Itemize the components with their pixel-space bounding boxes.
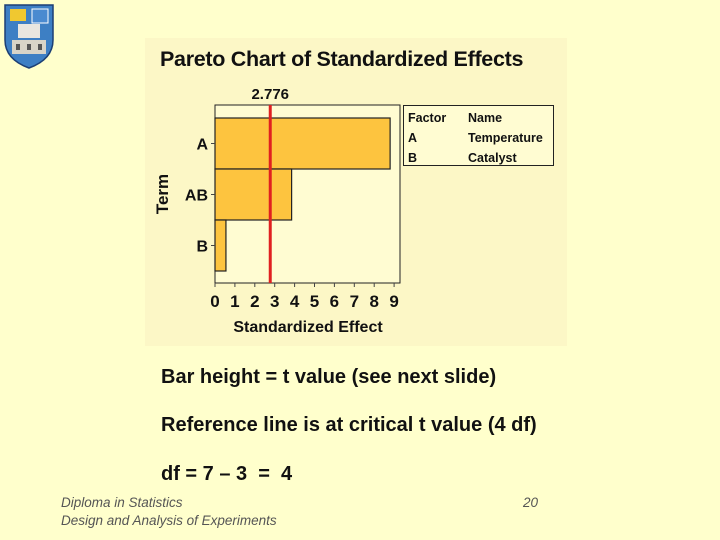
x-tick-label: 0 bbox=[210, 292, 219, 311]
legend-name: Temperature bbox=[468, 131, 543, 145]
legend-header-factor: Factor bbox=[408, 111, 447, 125]
y-tick-label: A bbox=[196, 137, 208, 154]
y-tick-label: B bbox=[196, 239, 208, 256]
footer-module: Design and Analysis of Experiments bbox=[61, 513, 277, 528]
bar-a bbox=[214, 117, 391, 170]
footer-course: Diploma in Statistics bbox=[61, 495, 183, 510]
y-axis-label: Term bbox=[153, 174, 172, 214]
legend-header-name: Name bbox=[468, 111, 503, 125]
page-number: 20 bbox=[523, 495, 539, 510]
x-tick-label: 6 bbox=[330, 292, 339, 311]
legend-factor: A bbox=[408, 131, 418, 145]
factor-legend: Factor Name A Temperature B Catalyst bbox=[403, 105, 554, 166]
bar-ab bbox=[214, 168, 293, 221]
legend-factor: B bbox=[408, 151, 418, 165]
bullet-text: df = 7 – 3 = 4 bbox=[161, 463, 293, 485]
x-tick-label: 8 bbox=[369, 292, 378, 311]
x-tick-label: 2 bbox=[250, 292, 259, 311]
x-tick-label: 5 bbox=[310, 292, 319, 311]
x-tick-label: 3 bbox=[270, 292, 279, 311]
x-tick-label: 4 bbox=[290, 292, 300, 311]
x-tick-label: 7 bbox=[350, 292, 359, 311]
x-axis-label: Standardized Effect bbox=[233, 319, 383, 336]
y-tick-label: AB bbox=[185, 188, 208, 205]
bar-b bbox=[214, 219, 227, 272]
bullet-text: Bar height = t value (see next slide) bbox=[161, 366, 497, 388]
pareto-chart: A AB B 2.776 0 1 2 3 4 5 6 7 8 9 Standardized Effect Te… bbox=[153, 86, 401, 336]
reference-line-label: 2.776 bbox=[251, 86, 289, 103]
legend-name: Catalyst bbox=[468, 151, 517, 165]
x-tick-label: 1 bbox=[230, 292, 239, 311]
x-tick-label: 9 bbox=[389, 292, 398, 311]
bullet-text: Reference line is at critical t value (4… bbox=[161, 414, 537, 436]
